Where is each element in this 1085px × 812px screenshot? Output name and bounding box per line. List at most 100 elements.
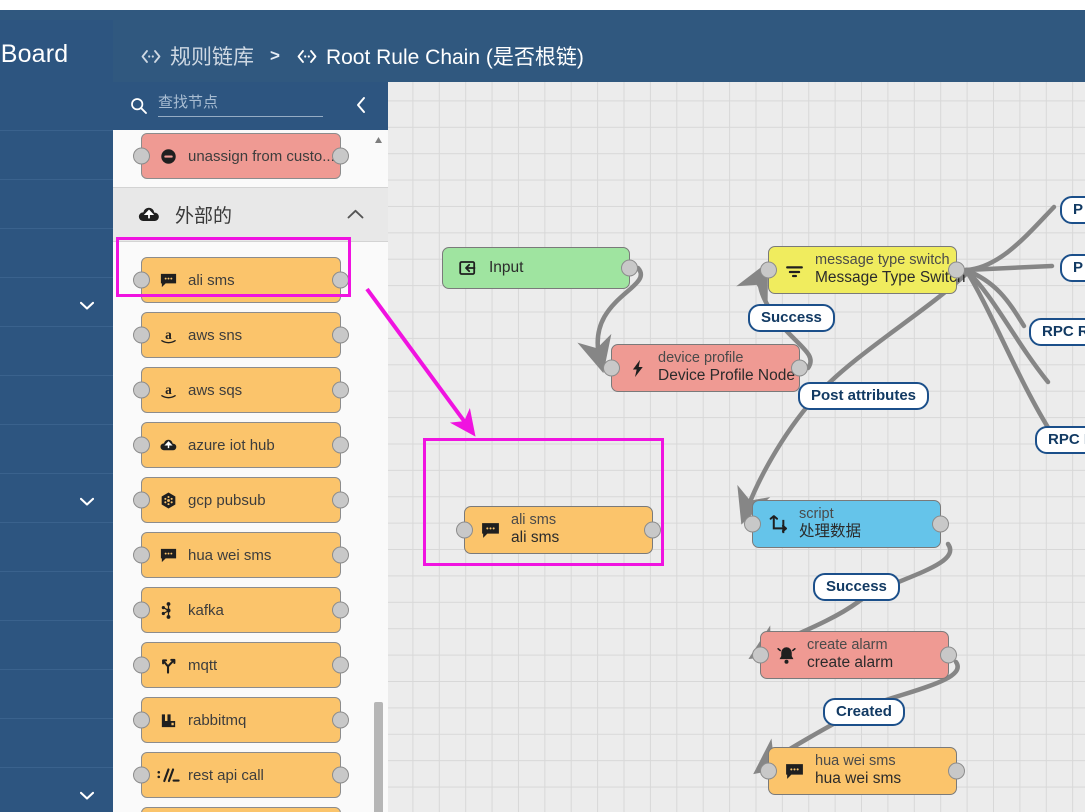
- sidebar-nav-row-9[interactable]: [0, 523, 113, 572]
- palette-item-aws-sns[interactable]: a aws sns: [133, 312, 349, 358]
- node-input-port[interactable]: [133, 381, 150, 399]
- node-output-port[interactable]: [332, 326, 349, 344]
- node-output-port[interactable]: [940, 646, 957, 664]
- canvas-node-type: device profile: [658, 349, 744, 366]
- node-output-port[interactable]: [332, 436, 349, 454]
- node-output-port[interactable]: [332, 711, 349, 729]
- node-input-port[interactable]: [744, 515, 761, 533]
- palette-scrollbar[interactable]: [374, 134, 383, 812]
- node-input-port[interactable]: [133, 656, 150, 674]
- sidebar-nav-row-11[interactable]: [0, 621, 113, 670]
- node-input-port[interactable]: [133, 491, 150, 509]
- node-input-port[interactable]: [133, 546, 150, 564]
- node-input-port[interactable]: [133, 271, 150, 289]
- canvas-node-alarm[interactable]: create alarm create alarm: [752, 631, 957, 679]
- node-output-port[interactable]: [644, 521, 661, 539]
- sidebar-nav-row-3[interactable]: [0, 229, 113, 278]
- node-input-port[interactable]: [133, 766, 150, 784]
- sidebar-nav-row-1[interactable]: [0, 131, 113, 180]
- canvas-node-script[interactable]: script 处理数据: [744, 500, 949, 548]
- node-output-port[interactable]: [332, 766, 349, 784]
- search-icon: [130, 97, 148, 115]
- breadcrumb-item-root-rule-chain[interactable]: Root Rule Chain (是否根链): [296, 41, 584, 71]
- sidebar-nav-row-12[interactable]: [0, 670, 113, 719]
- node-input-port[interactable]: [133, 326, 150, 344]
- node-input-port[interactable]: [133, 436, 150, 454]
- palette-item-kafka[interactable]: kafka: [133, 587, 349, 633]
- palette-item-mqtt[interactable]: mqtt: [133, 642, 349, 688]
- chevron-up-icon[interactable]: [347, 206, 364, 224]
- node-input-port[interactable]: [760, 261, 777, 279]
- sidebar-nav-row-7[interactable]: [0, 425, 113, 474]
- palette-item-rest-api-call[interactable]: rest api call: [133, 752, 349, 798]
- node-output-port[interactable]: [948, 261, 965, 279]
- node-output-port[interactable]: [332, 601, 349, 619]
- edge-label-created-3[interactable]: Created: [823, 698, 905, 726]
- breadcrumb-label-1: Root Rule Chain (是否根链): [325, 46, 584, 69]
- chevron-down-icon: [79, 298, 95, 310]
- sidebar-nav-row-13[interactable]: [0, 719, 113, 768]
- sidebar-nav-row-5[interactable]: [0, 327, 113, 376]
- palette-item-label: azure iot hub: [188, 436, 275, 454]
- palette-item-ali-sms[interactable]: ali sms: [133, 257, 349, 303]
- node-input-port[interactable]: [133, 711, 150, 729]
- edge-label-p-5[interactable]: P: [1060, 254, 1085, 282]
- rule-chain-canvas[interactable]: Input device profile Device Profile Node…: [388, 82, 1085, 812]
- node-output-port[interactable]: [332, 656, 349, 674]
- node-output-port[interactable]: [621, 259, 638, 277]
- canvas-node-input[interactable]: Input: [442, 247, 638, 289]
- edge-label-p-4[interactable]: P: [1060, 196, 1085, 224]
- palette-item-rabbitmq[interactable]: rabbitmq: [133, 697, 349, 743]
- sidebar-nav-row-8[interactable]: [0, 474, 113, 523]
- node-input-port[interactable]: [752, 646, 769, 664]
- sidebar-nav-row-2[interactable]: [0, 180, 113, 229]
- palette-item-unassign-from-customer[interactable]: unassign from custo...: [133, 133, 349, 179]
- scroll-up-arrow-icon[interactable]: [374, 134, 383, 146]
- node-input-port[interactable]: [133, 147, 150, 165]
- edge-label-success-2[interactable]: Success: [813, 573, 900, 601]
- breadcrumb-label-0: 规则链库: [170, 46, 254, 69]
- edge-label-post-attributes-1[interactable]: Post attributes: [798, 382, 930, 410]
- breadcrumb-item-rule-chain-library[interactable]: 规则链库: [140, 41, 254, 71]
- node-output-port[interactable]: [332, 147, 349, 165]
- node-input-port[interactable]: [760, 762, 777, 780]
- palette-section-external[interactable]: 外部的: [113, 187, 388, 242]
- canvas-node-mts[interactable]: message type switch Message Type Switch: [760, 246, 965, 294]
- kafka-icon: [156, 601, 180, 620]
- palette-scroll-thumb[interactable]: [374, 702, 383, 812]
- edge-label-success-0[interactable]: Success: [748, 304, 835, 332]
- node-output-port[interactable]: [791, 359, 808, 377]
- sidebar-nav-row-4[interactable]: [0, 278, 113, 327]
- palette-item-gcp-pubsub[interactable]: gcp pubsub: [133, 477, 349, 523]
- edge-label-rpc-re-6[interactable]: RPC Re: [1029, 318, 1085, 346]
- sidebar-nav-row-6[interactable]: [0, 376, 113, 425]
- palette-collapse-button[interactable]: [350, 94, 372, 116]
- node-output-port[interactable]: [332, 546, 349, 564]
- canvas-node-devprof[interactable]: device profile Device Profile Node: [603, 344, 808, 392]
- filter-lines-icon: [781, 260, 807, 281]
- edge-label-rpc-r-7[interactable]: RPC R: [1035, 426, 1085, 454]
- node-output-port[interactable]: [332, 381, 349, 399]
- node-input-port[interactable]: [603, 359, 620, 377]
- node-output-port[interactable]: [932, 515, 949, 533]
- sidebar-nav-row-10[interactable]: [0, 572, 113, 621]
- node-input-port[interactable]: [456, 521, 473, 539]
- palette-item-hua-wei-sms[interactable]: hua wei sms: [133, 532, 349, 578]
- node-input-port[interactable]: [133, 601, 150, 619]
- node-output-port[interactable]: [948, 762, 965, 780]
- node-output-port[interactable]: [332, 271, 349, 289]
- node-output-port[interactable]: [332, 491, 349, 509]
- palette-item-azure-iot-hub[interactable]: azure iot hub: [133, 422, 349, 468]
- mqtt-fork-icon: [156, 656, 180, 675]
- palette-item-label: aws sns: [188, 326, 243, 344]
- palette-item-aws-sqs[interactable]: a aws sqs: [133, 367, 349, 413]
- canvas-node-alisms[interactable]: ali sms ali sms: [456, 506, 661, 554]
- palette-node-list[interactable]: unassign from custo... 外部的 ali sms a aws…: [113, 130, 388, 812]
- search-input[interactable]: [158, 94, 323, 117]
- sms-bubble-icon: [156, 546, 180, 565]
- chain-link-icon: [296, 49, 318, 64]
- palette-item-partial-10[interactable]: [141, 807, 341, 812]
- sidebar-nav-row-0[interactable]: [0, 82, 113, 131]
- canvas-node-hwsms[interactable]: hua wei sms hua wei sms: [760, 747, 965, 795]
- sidebar-nav-row-14[interactable]: [0, 768, 113, 812]
